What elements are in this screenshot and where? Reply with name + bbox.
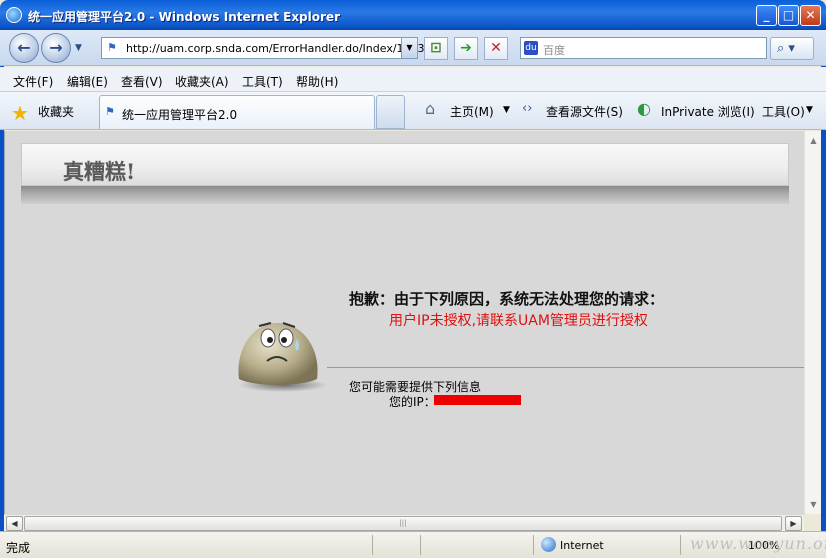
compatibility-view-button[interactable]: ⊡ (424, 37, 448, 60)
status-separator (372, 535, 373, 555)
minimize-button[interactable]: _ (756, 5, 777, 26)
refresh-go-button[interactable]: ➔ (454, 37, 478, 60)
sad-face-icon (238, 322, 327, 392)
url-text[interactable]: http://uam.corp.snda.com/ErrorHandler.do… (126, 42, 425, 55)
menu-file[interactable]: 文件(F) (13, 73, 53, 90)
page-title: 真糟糕! (63, 159, 136, 184)
view-source-icon[interactable]: ‹› (522, 101, 532, 116)
error-header-panel: 真糟糕! (21, 143, 789, 186)
security-zone[interactable]: Internet (560, 539, 604, 552)
tools-dropdown-icon[interactable]: ▼ (806, 105, 813, 115)
menu-tools[interactable]: 工具(T) (242, 73, 283, 90)
star-icon[interactable]: ★ (11, 101, 29, 125)
menu-favorites[interactable]: 收藏夹(A) (175, 73, 229, 90)
menu-bar: 文件(F) 编辑(E) 查看(V) 收藏夹(A) 工具(T) 帮助(H) (0, 67, 826, 92)
history-dropdown-icon[interactable]: ▼ (75, 43, 82, 53)
menu-view[interactable]: 查看(V) (121, 73, 163, 90)
tab-title: 统一应用管理平台2.0 (122, 108, 238, 122)
scroll-left-icon[interactable]: ◀ (6, 516, 23, 531)
scroll-thumb[interactable]: ||| (24, 516, 782, 531)
page-content: 真糟糕! 抱歉：由于下列原因，系统无法处理您的请求： 用户IP未授权,请联系UA… (4, 131, 804, 514)
tools-menu-button[interactable]: 工具(O) (762, 103, 805, 120)
scroll-corner (804, 514, 821, 531)
status-separator (420, 535, 421, 555)
scroll-right-icon[interactable]: ▶ (785, 516, 802, 531)
home-dropdown-icon[interactable]: ▼ (503, 105, 510, 115)
status-text: 完成 (6, 541, 31, 555)
scroll-down-icon[interactable]: ▼ (806, 497, 821, 512)
window-title: 统一应用管理平台2.0 - Windows Internet Explorer (28, 10, 340, 24)
maximize-button[interactable]: □ (778, 5, 799, 26)
header-shadow-bar (21, 186, 789, 204)
address-dropdown-icon[interactable]: ▼ (401, 38, 417, 58)
address-input[interactable]: ⚑ http://uam.corp.snda.com/ErrorHandler.… (101, 37, 425, 59)
house-icon[interactable]: ⌂ (425, 99, 435, 118)
redacted-ip-value (434, 395, 521, 405)
inprivate-icon[interactable]: ◐ (637, 99, 651, 118)
command-bar: ★ 收藏夹 ⚑ 统一应用管理平台2.0 ⌂ 主页(M) ▼ ‹› 查看源文件(S… (0, 92, 826, 130)
window-titlebar: 统一应用管理平台2.0 - Windows Internet Explorer … (0, 0, 826, 30)
baidu-icon: du (524, 41, 538, 55)
tab-active[interactable]: ⚑ 统一应用管理平台2.0 (99, 95, 375, 129)
address-row: ← → ▼ ⚑ http://uam.corp.snda.com/ErrorHa… (0, 30, 826, 66)
search-placeholder: 百度 (543, 44, 565, 57)
error-reason: 用户IP未授权,请联系UAM管理员进行授权 (389, 313, 648, 329)
scroll-up-icon[interactable]: ▲ (806, 133, 821, 148)
ip-label: 您的IP： (389, 395, 436, 409)
vertical-scrollbar[interactable]: ▲ ▼ (804, 131, 821, 514)
stop-button[interactable]: ✕ (484, 37, 508, 60)
menu-edit[interactable]: 编辑(E) (67, 73, 108, 90)
globe-icon (541, 537, 556, 552)
back-button[interactable]: ← (9, 33, 39, 63)
search-input[interactable]: du 百度 (520, 37, 767, 59)
view-source-button[interactable]: 查看源文件(S) (546, 103, 623, 120)
new-tab-button[interactable] (376, 95, 405, 129)
search-button[interactable]: ⌕ ▾ (770, 37, 814, 60)
page-icon: ⚑ (107, 41, 117, 54)
status-separator (680, 535, 681, 555)
ie-logo-icon (6, 7, 22, 23)
error-message-title: 抱歉：由于下列原因，系统无法处理您的请求： (349, 290, 665, 308)
divider-line (327, 367, 804, 368)
horizontal-scrollbar[interactable]: ◀ ||| ▶ (4, 514, 804, 531)
menu-help[interactable]: 帮助(H) (296, 73, 338, 90)
forward-button[interactable]: → (41, 33, 71, 63)
watermark: www.wooyun.org (690, 534, 826, 553)
close-button[interactable]: ✕ (800, 5, 821, 26)
inprivate-button[interactable]: InPrivate 浏览(I) (661, 103, 755, 120)
favorites-button[interactable]: 收藏夹 (38, 103, 74, 120)
page-icon: ⚑ (105, 105, 115, 118)
home-button[interactable]: 主页(M) (450, 103, 494, 120)
status-separator (533, 535, 534, 555)
